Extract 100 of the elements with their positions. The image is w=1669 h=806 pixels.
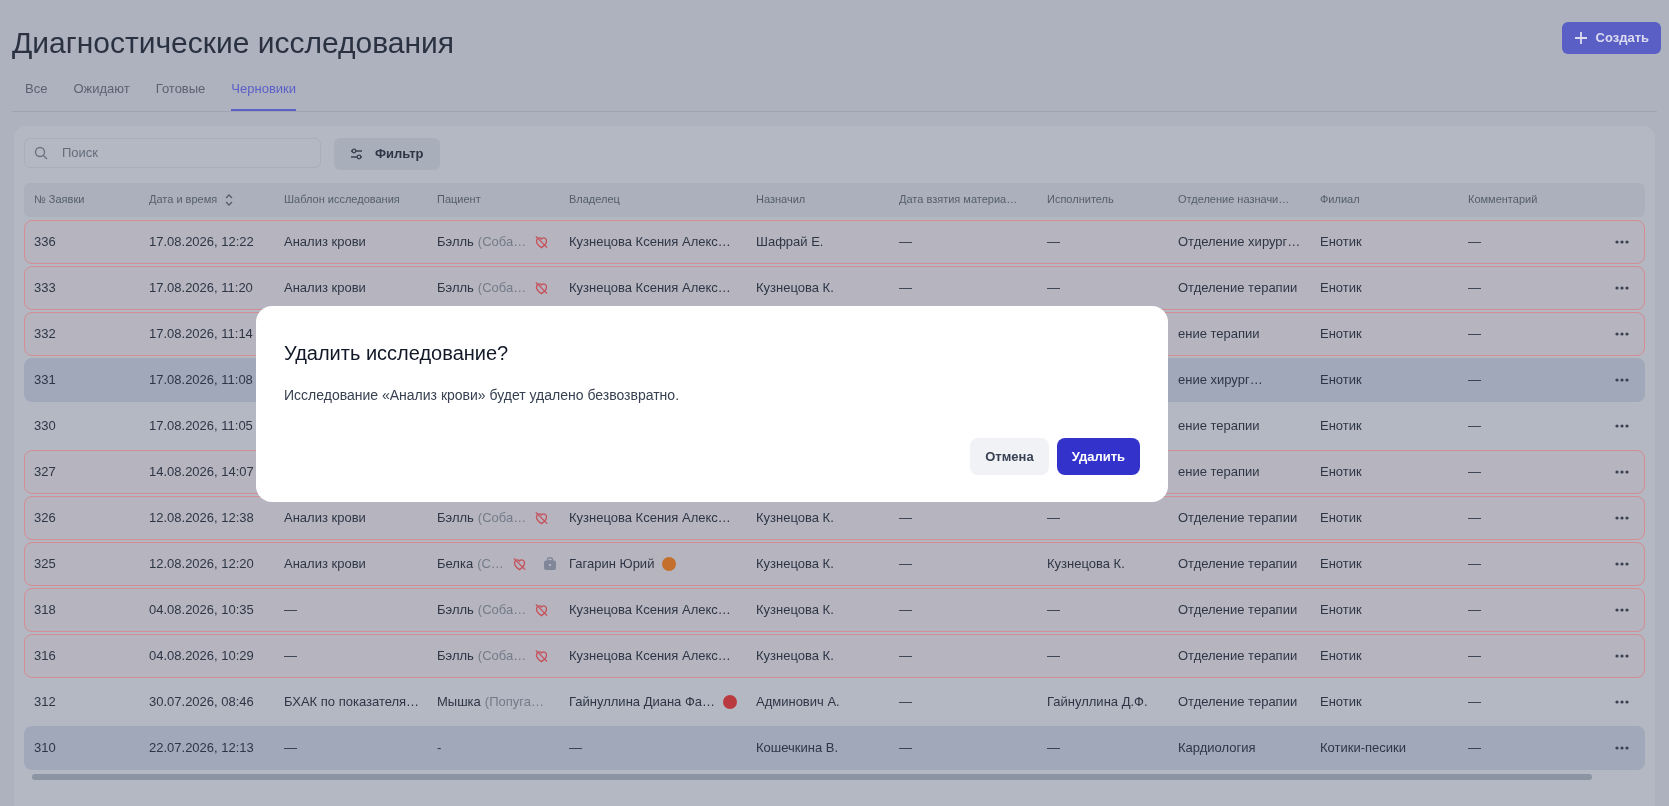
tab[interactable]: Черновики bbox=[231, 79, 296, 111]
sliders-icon bbox=[350, 147, 363, 160]
table-cell: ение хирург… bbox=[1178, 371, 1263, 387]
delete-button[interactable]: Удалить bbox=[1056, 438, 1140, 475]
filter-button[interactable]: Фильтр bbox=[334, 137, 440, 170]
patient-species: (Соба… bbox=[477, 600, 527, 619]
table-cell: Енотик bbox=[1320, 555, 1362, 571]
owner-name: Кузнецова Ксения Алекс… bbox=[569, 232, 731, 251]
column-header[interactable]: Отделение назначи… bbox=[1178, 191, 1290, 208]
table-row[interactable]: 326 12.08.2026, 12:38 Анализ крови Бэлль (Соба… Кузнецова Ксения Алекс… Кузнецова К. — — Отделение терапии Енотик — bbox=[24, 495, 1645, 540]
more-icon[interactable] bbox=[1615, 561, 1629, 566]
column-header[interactable]: Владелец bbox=[569, 191, 620, 208]
more-icon[interactable] bbox=[1615, 285, 1629, 290]
search-icon bbox=[34, 145, 48, 160]
owner-name: — bbox=[569, 738, 582, 757]
table-cell: 17.08.2026, 11:05 bbox=[149, 417, 253, 433]
table-cell: Отделение хирург… bbox=[1178, 233, 1301, 249]
table-cell: БХАК по показателя… bbox=[284, 693, 420, 709]
patient-species: (С… bbox=[477, 554, 504, 573]
tab[interactable]: Ожидают bbox=[73, 79, 130, 111]
table-cell: — bbox=[1468, 463, 1481, 479]
column-header[interactable]: Назначил bbox=[756, 191, 806, 208]
table-row[interactable]: 316 04.08.2026, 10:29 — Бэлль (Соба… Кузнецова Ксения Алекс… Кузнецова К. — — Отделение терапии Енотик — bbox=[24, 633, 1645, 678]
table-row[interactable]: 333 17.08.2026, 11:20 Анализ крови Бэлль (Соба… Кузнецова Ксения Алекс… Кузнецова К. — — Отделение терапии Енотик — bbox=[24, 265, 1645, 310]
table-cell: Енотик bbox=[1320, 325, 1362, 341]
column-header[interactable]: Шаблон исследования bbox=[284, 191, 400, 208]
horizontal-scrollbar[interactable] bbox=[32, 773, 1592, 780]
table-row[interactable]: 318 04.08.2026, 10:35 — Бэлль (Соба… Кузнецова Ксения Алекс… Кузнецова К. — — Отделение терапии Енотик — bbox=[24, 587, 1645, 632]
column-header[interactable]: Дата взятия материа… bbox=[899, 191, 1018, 208]
table-row[interactable]: 336 17.08.2026, 12:22 Анализ крови Бэлль (Соба… Кузнецова Ксения Алекс… Шафрай Е. — — Отделение хирург… Енотик — bbox=[24, 219, 1645, 264]
table-cell: — bbox=[899, 601, 912, 617]
page-title: Диагностические исследования bbox=[12, 25, 454, 61]
table-cell: 327 bbox=[34, 463, 56, 479]
more-icon[interactable] bbox=[1615, 653, 1629, 658]
table-cell: — bbox=[1468, 555, 1481, 571]
table-cell: Гайнуллина Д.Ф. bbox=[1047, 693, 1148, 709]
table-cell: — bbox=[1468, 739, 1481, 755]
owner-name: Кузнецова Ксения Алекс… bbox=[569, 600, 731, 619]
table-cell: — bbox=[899, 233, 912, 249]
table-cell: Отделение терапии bbox=[1178, 693, 1298, 709]
table-cell: 318 bbox=[34, 601, 56, 617]
table-cell: 17.08.2026, 11:08 bbox=[149, 371, 253, 387]
table-cell: — bbox=[284, 647, 297, 663]
table-cell: Анализ крови bbox=[284, 233, 366, 249]
table-cell: 325 bbox=[34, 555, 56, 571]
sort-icon[interactable] bbox=[225, 193, 234, 206]
patient-name: Белка bbox=[437, 554, 474, 573]
table-cell: 30.07.2026, 08:46 bbox=[149, 693, 254, 709]
cancel-button[interactable]: Отмена bbox=[970, 438, 1049, 475]
dialog-title: Удалить исследование? bbox=[284, 341, 510, 366]
table-cell: 14.08.2026, 14:07 bbox=[149, 463, 254, 479]
table-cell: 310 bbox=[34, 739, 56, 755]
table-cell: Отделение терапии bbox=[1178, 601, 1298, 617]
column-header[interactable]: Дата и время bbox=[149, 191, 218, 208]
table-cell: 17.08.2026, 11:14 bbox=[149, 325, 253, 341]
more-icon[interactable] bbox=[1615, 699, 1629, 704]
owner-name: Гагарин Юрий bbox=[569, 554, 655, 573]
table-cell: Кузнецова К. bbox=[1047, 555, 1125, 571]
more-icon[interactable] bbox=[1615, 469, 1629, 474]
table-cell: 332 bbox=[34, 325, 56, 341]
create-button[interactable]: Создать bbox=[1561, 22, 1661, 54]
table-cell: Енотик bbox=[1320, 463, 1362, 479]
patient-name: Бэлль bbox=[437, 646, 474, 665]
table-cell: Отделение терапии bbox=[1178, 279, 1298, 295]
owner-name: Кузнецова Ксения Алекс… bbox=[569, 646, 731, 665]
tab[interactable]: Готовые bbox=[155, 79, 206, 111]
table-cell: Кузнецова К. bbox=[756, 601, 834, 617]
table-cell: Енотик bbox=[1320, 693, 1362, 709]
tab[interactable]: Все bbox=[25, 79, 48, 111]
column-header[interactable]: Пациент bbox=[437, 191, 481, 208]
search-field[interactable]: Поиск bbox=[24, 137, 321, 168]
table-cell: ение терапии bbox=[1178, 325, 1260, 341]
more-icon[interactable] bbox=[1615, 377, 1629, 382]
owner-name: Кузнецова Ксения Алекс… bbox=[569, 278, 731, 297]
table-cell: Отделение терапии bbox=[1178, 509, 1298, 525]
table-row[interactable]: 325 12.08.2026, 12:20 Анализ крови Белка (С… Гагарин Юрий Кузнецова К. — Кузнецова К. Отделение терапии Енотик — bbox=[24, 541, 1645, 586]
more-icon[interactable] bbox=[1615, 745, 1629, 750]
table-cell: ение терапии bbox=[1178, 463, 1260, 479]
table-cell: Енотик bbox=[1320, 371, 1362, 387]
table-cell: Админович А. bbox=[756, 693, 840, 709]
more-icon[interactable] bbox=[1615, 515, 1629, 520]
table-cell: — bbox=[1468, 325, 1481, 341]
table-cell: — bbox=[1047, 647, 1060, 663]
column-header[interactable]: Комментарий bbox=[1468, 191, 1538, 208]
table-cell: — bbox=[1468, 601, 1481, 617]
table-cell: 330 bbox=[34, 417, 56, 433]
patient-name: Бэлль bbox=[437, 508, 474, 527]
table-cell: ение терапии bbox=[1178, 417, 1260, 433]
more-icon[interactable] bbox=[1615, 423, 1629, 428]
table-cell: Анализ крови bbox=[284, 509, 366, 525]
more-icon[interactable] bbox=[1615, 607, 1629, 612]
column-header[interactable]: Филиал bbox=[1320, 191, 1360, 208]
table-row[interactable]: 310 22.07.2026, 12:13 — - — Кошечкина В. — — Кардиология Котики-песики — bbox=[24, 725, 1645, 770]
patient-species: (Соба… bbox=[477, 278, 527, 297]
table-cell: — bbox=[284, 601, 297, 617]
column-header[interactable]: Исполнитель bbox=[1047, 191, 1114, 208]
more-icon[interactable] bbox=[1615, 331, 1629, 336]
column-header[interactable]: № Заявки bbox=[34, 191, 85, 208]
owner-name: Кузнецова Ксения Алекс… bbox=[569, 508, 731, 527]
more-icon[interactable] bbox=[1615, 239, 1629, 244]
